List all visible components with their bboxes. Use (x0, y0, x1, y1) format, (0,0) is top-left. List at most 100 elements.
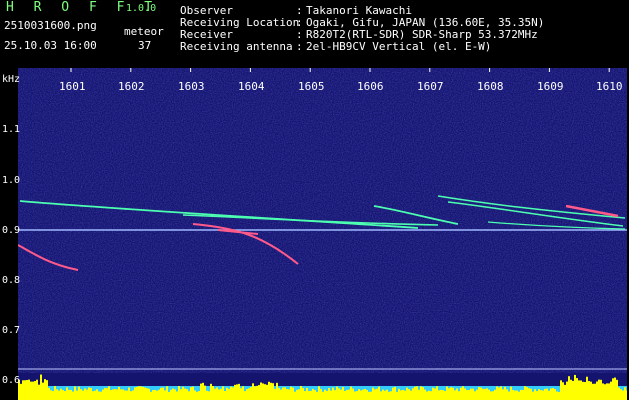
signal-level-bar (414, 386, 416, 400)
y-tick-label: 0.8 (2, 275, 21, 286)
signal-level-bar (106, 388, 108, 400)
signal-level-bar (296, 389, 298, 400)
signal-level-bar (586, 376, 588, 400)
signal-level-bar (536, 391, 538, 400)
signal-level-bar (328, 388, 330, 400)
signal-level-bar (562, 382, 564, 400)
signal-level-bar (210, 383, 212, 400)
signal-level-bar (314, 390, 316, 400)
signal-level-bar (408, 389, 410, 400)
signal-level-bar (244, 391, 246, 400)
signal-level-bar (458, 391, 460, 400)
signal-level-bar (446, 386, 448, 400)
signal-level-bar (386, 389, 388, 400)
signal-level-bar (154, 389, 156, 400)
signal-level-bar (276, 382, 278, 400)
signal-level-bar (260, 382, 262, 400)
signal-level-bar (532, 391, 534, 400)
signal-level-bar (72, 391, 74, 400)
signal-level-bar (526, 387, 528, 400)
x-tick-label: 1610 (596, 80, 623, 93)
signal-level-bar (566, 381, 568, 400)
signal-level-bar (384, 390, 386, 400)
signal-level-bar (312, 388, 314, 400)
signal-level-bar (174, 389, 176, 400)
signal-level-bar (420, 386, 422, 400)
signal-level-bar (484, 388, 486, 400)
x-tick-label: 1601 (59, 80, 86, 93)
signal-level-bar (332, 387, 334, 400)
signal-level-bar (584, 381, 586, 400)
signal-level-bar (240, 388, 242, 400)
signal-level-bar (120, 389, 122, 400)
signal-level-bar (208, 391, 210, 400)
signal-level-bar (278, 388, 280, 400)
x-tick-label: 1605 (298, 80, 325, 93)
signal-level-bar (544, 388, 546, 400)
signal-level-bar (46, 380, 48, 400)
signal-level-bar (530, 388, 532, 400)
signal-level-bar (622, 390, 624, 400)
signal-level-bar (102, 389, 104, 400)
signal-level-bar (478, 387, 480, 400)
y-tick-label: 1.1 (2, 124, 21, 135)
signal-level-bar (22, 380, 24, 400)
signal-level-bar (146, 388, 148, 400)
signal-level-bar (286, 388, 288, 400)
signal-level-bar (548, 390, 550, 400)
signal-level-bar (612, 378, 614, 400)
signal-level-bar (220, 388, 222, 400)
signal-level-bar (60, 388, 62, 400)
signal-level-bar (516, 390, 518, 400)
signal-level-bar (160, 387, 162, 400)
signal-level-bar (32, 381, 34, 400)
signal-level-bar (334, 390, 336, 400)
signal-level-bar (344, 390, 346, 400)
signal-level-bar (192, 386, 194, 400)
signal-level-bar (410, 390, 412, 400)
signal-level-bar (428, 390, 430, 400)
signal-level-bar (402, 389, 404, 400)
signal-level-bar (374, 389, 376, 400)
y-tick-label: 1.0 (2, 175, 21, 186)
signal-level-bar (190, 387, 192, 400)
signal-level-bar (490, 391, 492, 400)
signal-level-bar (464, 388, 466, 400)
signal-level-bar (48, 387, 50, 400)
signal-level-bar (432, 387, 434, 400)
signal-level-bar (338, 388, 340, 400)
signal-level-bar (470, 388, 472, 400)
signal-level-bar (306, 387, 308, 400)
signal-level-bar (602, 383, 604, 400)
signal-level-bar (82, 390, 84, 400)
signal-level-bar (98, 391, 100, 400)
signal-level-bar (364, 388, 366, 400)
signal-level-bar (232, 387, 234, 400)
antenna-value: 2el-HB9CV Vertical (el. E-W) (306, 40, 492, 53)
signal-level-bar (570, 379, 572, 400)
signal-level-bar (330, 390, 332, 400)
signal-level-bar (448, 388, 450, 400)
signal-level-bar (134, 387, 136, 400)
signal-level-bar (36, 379, 38, 400)
signal-level-bar (388, 391, 390, 400)
signal-level-bar (524, 386, 526, 400)
signal-level-bar (500, 386, 502, 400)
signal-level-bar (100, 391, 102, 400)
signal-level-bar (118, 386, 120, 400)
signal-level-bar (538, 389, 540, 400)
signal-level-bar (112, 389, 114, 400)
signal-level-bar (406, 387, 408, 400)
signal-level-bar (472, 388, 474, 400)
info-colon: : (296, 40, 303, 53)
signal-level-bar (144, 387, 146, 400)
signal-level-bar (140, 386, 142, 400)
signal-level-bar (580, 380, 582, 400)
signal-level-bar (466, 389, 468, 400)
signal-level-bar (320, 388, 322, 400)
signal-level-bar (358, 389, 360, 400)
file-name: 2510031600.png (4, 19, 97, 32)
signal-level-bar (474, 391, 476, 400)
y-tick-label: 0.7 (2, 325, 21, 336)
signal-level-bar (152, 390, 154, 400)
